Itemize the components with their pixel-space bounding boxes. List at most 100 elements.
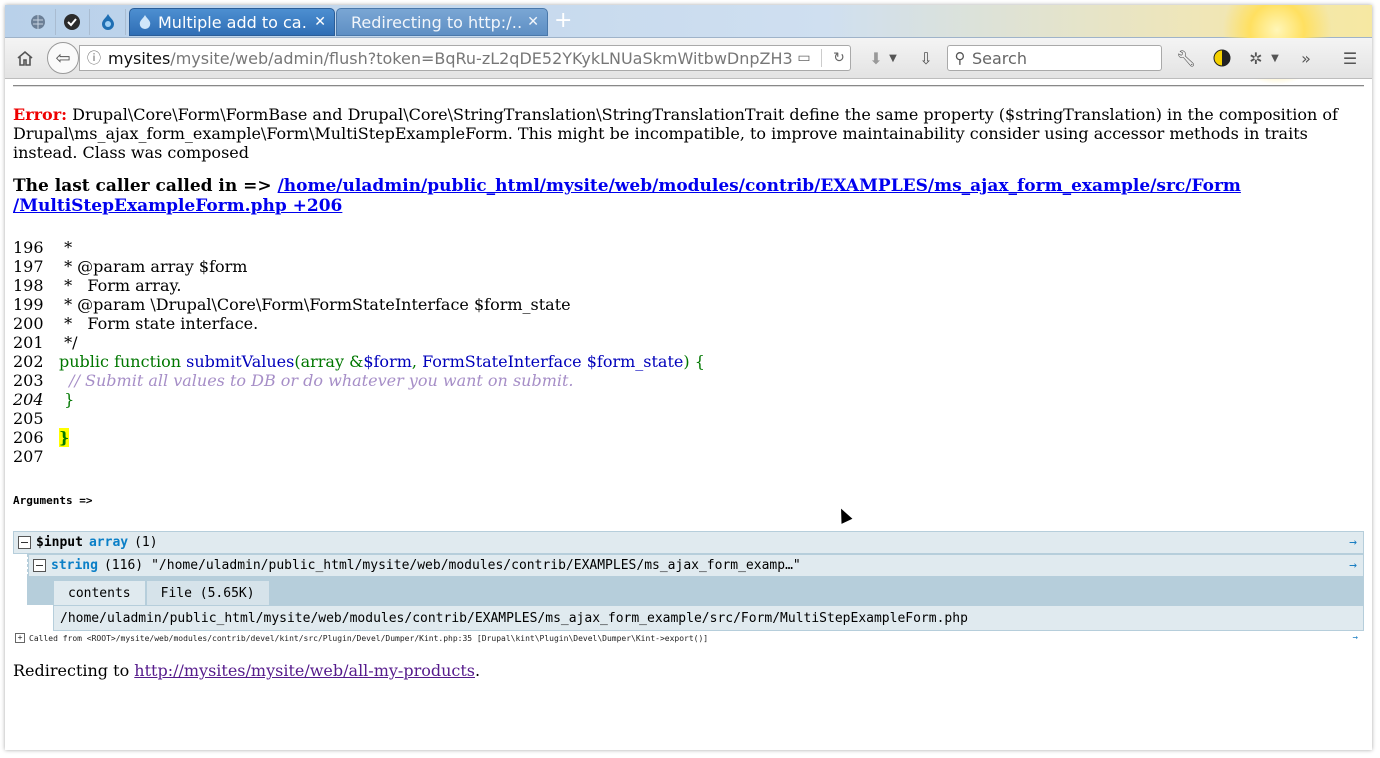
code-line: 204 }	[13, 390, 1364, 409]
drupal-drop-icon	[139, 15, 151, 29]
code-variable: $form_state	[586, 352, 684, 371]
search-placeholder: Search	[972, 48, 1027, 68]
tab-label: Redirecting to http:/…	[351, 12, 522, 32]
downloads-button[interactable]: ⇩	[915, 47, 937, 69]
kint-var-type: array	[88, 535, 129, 550]
back-button[interactable]: ⇦	[47, 42, 79, 74]
pinned-tab-check[interactable]	[55, 9, 90, 35]
new-tab-button[interactable]: +	[554, 10, 572, 32]
reader-view-icon[interactable]: ▭	[793, 50, 815, 66]
error-text: Drupal\Core\Form\FormBase and Drupal\Cor…	[13, 105, 1338, 162]
tools-button[interactable]: 🔧︎	[1175, 47, 1197, 69]
error-message: Error: Drupal\Core\Form\FormBase and Dru…	[13, 105, 1364, 162]
code-punct: ,	[411, 352, 423, 371]
extension-button[interactable]	[1211, 47, 1233, 69]
chevron-down-icon: ▼	[1271, 52, 1279, 64]
download-menu-button[interactable]: ▼	[887, 47, 899, 69]
code-line: 207	[13, 447, 1364, 466]
highlighted-line-text: }	[59, 428, 70, 447]
pinned-tab-globe[interactable]	[21, 9, 56, 35]
line-number: 198	[13, 276, 44, 295]
drupal-drop-icon	[102, 14, 114, 30]
kint-called-from: + Called from <ROOT>/mysite/web/modules/…	[13, 631, 1364, 645]
home-button[interactable]	[13, 46, 37, 70]
caller-link-part2: /MultiStepExampleForm.php +206	[13, 196, 343, 216]
overflow-button[interactable]: »	[1295, 47, 1317, 69]
kint-var-count: (116)	[103, 558, 144, 573]
redirect-suffix: .	[475, 661, 481, 680]
arrow-right-icon[interactable]: →	[1349, 535, 1357, 550]
browser-window: Multiple add to ca… ✕ Redirecting to htt…	[5, 5, 1372, 750]
line-number: 205	[13, 409, 44, 428]
collapse-icon[interactable]	[33, 559, 46, 572]
code-line: 202 public function submitValues (array & $…	[13, 352, 1364, 371]
tab-contents[interactable]: contents	[54, 581, 145, 605]
line-number: 203	[13, 371, 44, 390]
url-separator	[821, 49, 822, 67]
code-type: FormStateInterface	[422, 352, 587, 371]
arrow-right-icon[interactable]: →	[1353, 633, 1358, 643]
kint-dump: $input array (1) → string (116) "/home/u…	[13, 531, 1364, 645]
code-line: 200 * Form state interface.	[13, 314, 1364, 333]
line-number: 197	[13, 257, 44, 276]
code-line: 197 * @param array $form	[13, 257, 1364, 276]
checkmark-shield-icon	[64, 14, 80, 30]
page-content: Error: Drupal\Core\Form\FormBase and Dru…	[13, 85, 1364, 680]
line-number: 204	[13, 390, 44, 409]
caller-link-part1: /home/uladmin/public_html/mysite/web/mod…	[277, 176, 1241, 196]
line-text: *	[59, 238, 73, 257]
kint-file-path: /home/uladmin/public_html/mysite/web/mod…	[53, 605, 1364, 631]
menu-button[interactable]: ☰	[1339, 47, 1361, 69]
pinned-tab-drupal[interactable]	[91, 9, 126, 35]
line-text: * Form state interface.	[59, 314, 259, 333]
line-number: 201	[13, 333, 44, 352]
hamburger-menu-icon: ☰	[1342, 48, 1358, 68]
arrow-left-icon: ⇦	[55, 47, 71, 69]
kint-tabs: contents File (5.65K)	[27, 577, 1364, 605]
caller-label: The last caller called in =>	[13, 176, 278, 196]
navigation-bar: ⇦ ⓘ mysites /mysite/web/admin/flush?toke…	[5, 38, 1372, 79]
tab-bar: Multiple add to ca… ✕ Redirecting to htt…	[5, 5, 1372, 85]
download-icon: ⬇	[869, 48, 883, 68]
code-line: 201 */	[13, 333, 1364, 352]
close-icon[interactable]: ✕	[527, 14, 539, 30]
source-excerpt: 196 * 197 * @param array $form 198 * For…	[13, 238, 1364, 466]
tab-file[interactable]: File (5.65K)	[146, 581, 269, 605]
search-input[interactable]: ⚲ Search	[947, 45, 1162, 71]
expand-icon[interactable]: +	[15, 633, 25, 643]
code-line: 206}	[13, 428, 1364, 447]
arrow-right-icon[interactable]: →	[1349, 558, 1357, 573]
tab-redirecting[interactable]: Redirecting to http:/… ✕	[336, 8, 548, 36]
kint-row-string[interactable]: string (116) "/home/uladmin/public_html/…	[28, 554, 1364, 577]
kint-row-input[interactable]: $input array (1) →	[13, 531, 1364, 554]
last-caller: The last caller called in => /home/uladm…	[13, 176, 1364, 216]
redirect-prefix: Redirecting to	[13, 661, 135, 680]
url-path: /mysite/web/admin/flush?token=BqRu-zL2qD…	[170, 48, 793, 68]
arguments-label: Arguments =>	[13, 494, 93, 507]
code-line: 203 // Submit all values to DB or do wha…	[13, 371, 1364, 390]
called-from-text: Called from <ROOT>/mysite/web/modules/co…	[29, 633, 709, 643]
code-function: submitValues	[186, 352, 295, 371]
line-text: * @param \Drupal\Core\Form\FormStateInte…	[59, 295, 571, 314]
line-text: */	[59, 333, 78, 352]
code-line: 205	[13, 409, 1364, 428]
search-icon: ⚲	[954, 49, 966, 67]
kint-var-count: (1)	[134, 535, 158, 550]
reload-icon[interactable]: ↻	[828, 50, 850, 66]
kint-var-type: string	[51, 558, 98, 573]
close-icon[interactable]: ✕	[314, 14, 326, 30]
redirect-link[interactable]: http://mysites/mysite/web/all-my-product…	[134, 661, 475, 680]
wrench-icon: 🔧︎	[1175, 48, 1197, 68]
info-icon[interactable]: ⓘ	[80, 48, 108, 68]
line-text: }	[59, 390, 75, 409]
divider	[13, 85, 1364, 87]
error-label: Error:	[13, 105, 68, 124]
url-bar[interactable]: ⓘ mysites /mysite/web/admin/flush?token=…	[79, 45, 851, 71]
tab-multiple-add[interactable]: Multiple add to ca… ✕	[129, 8, 335, 36]
code-line: 198 * Form array.	[13, 276, 1364, 295]
line-number: 196	[13, 238, 44, 257]
bug-menu-button[interactable]: ▼	[1269, 47, 1281, 69]
bug-extension-button[interactable]: ✲	[1245, 47, 1267, 69]
collapse-icon[interactable]	[18, 536, 31, 549]
download-arrow-button[interactable]: ⬇	[865, 47, 887, 69]
